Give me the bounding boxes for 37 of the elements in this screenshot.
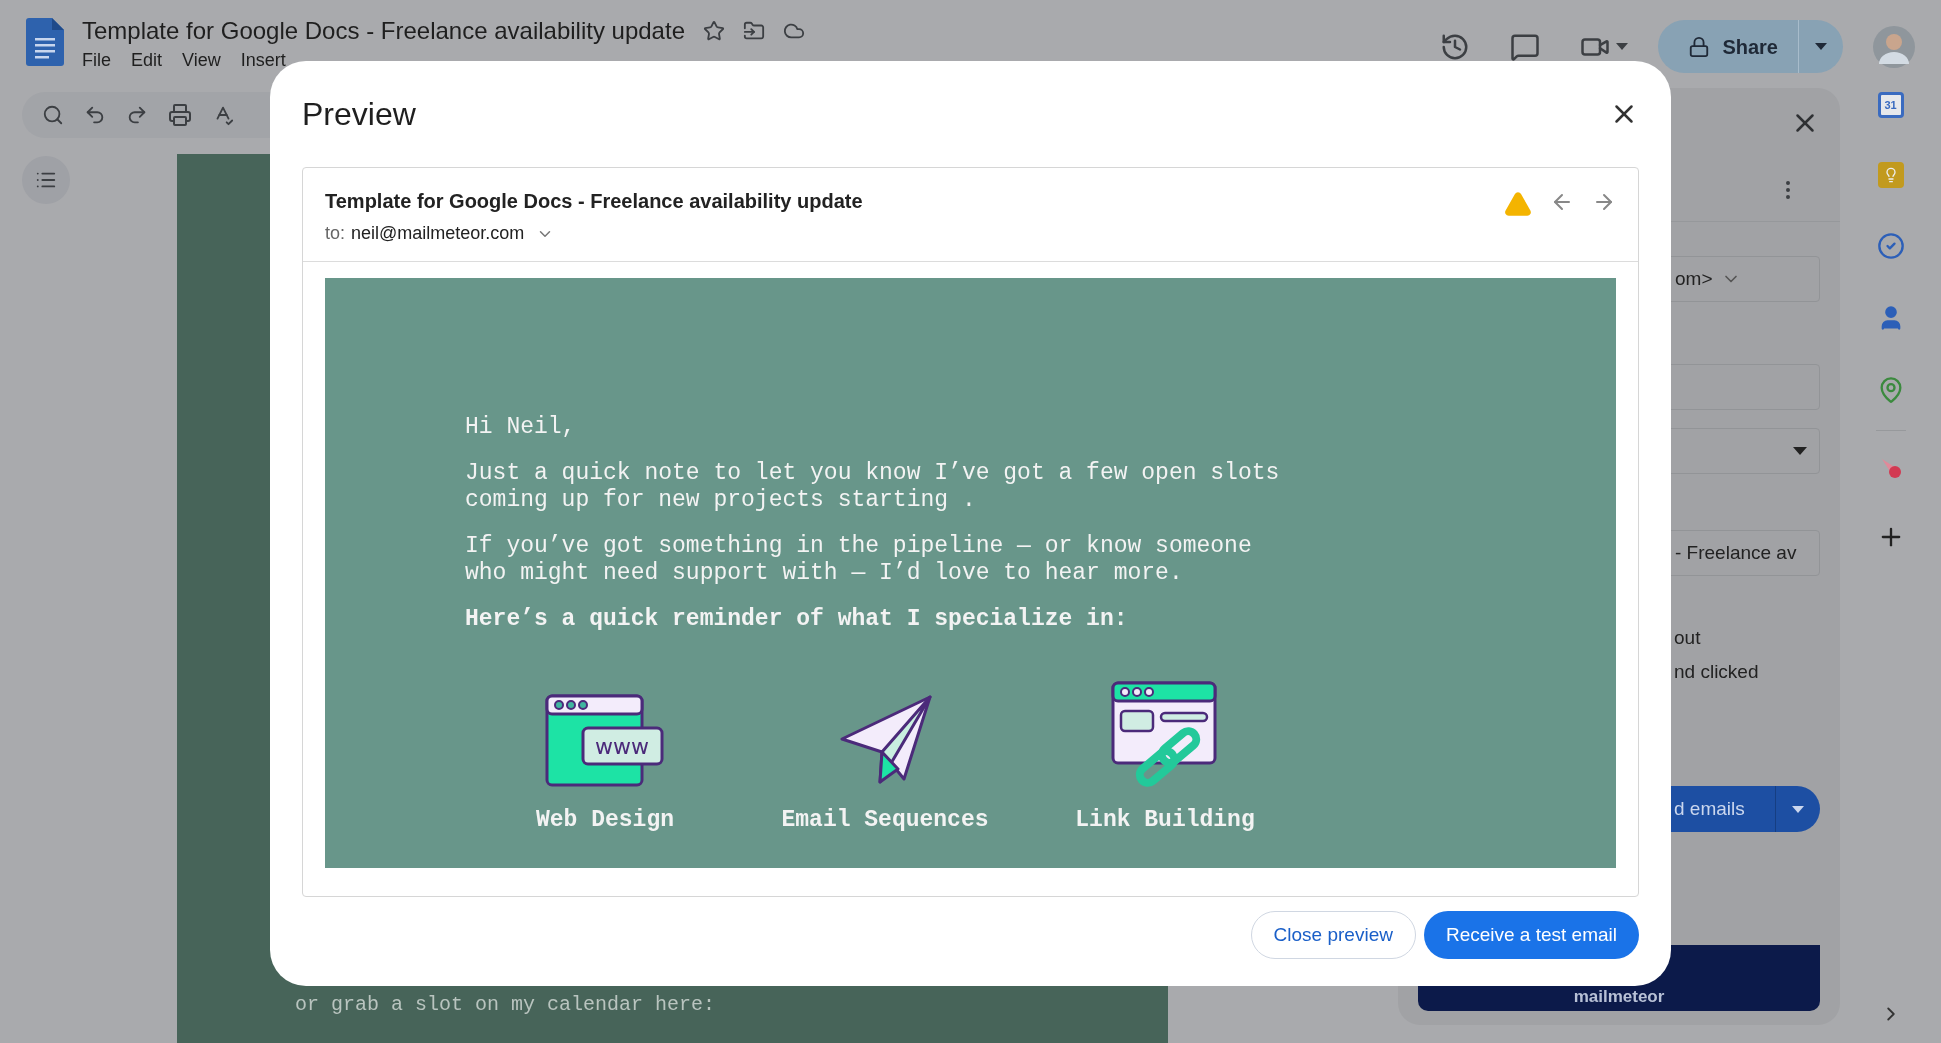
recipient-email: neil@mailmeteor.com [351, 222, 525, 245]
service-label: Web Design [536, 807, 674, 834]
greeting: Hi Neil, [465, 414, 577, 441]
redo-icon[interactable] [126, 104, 148, 126]
option-label: out [1674, 628, 1702, 648]
menu-item[interactable]: Edit [131, 48, 163, 72]
star-icon[interactable] [703, 20, 725, 42]
tasks-icon[interactable] [1876, 232, 1905, 260]
document-title[interactable]: Template for Google Docs - Freelance availability update [82, 16, 685, 46]
caret-icon[interactable] [1616, 43, 1629, 50]
menu-item[interactable]: File [82, 48, 111, 72]
undo-icon[interactable] [84, 104, 106, 126]
outline-button[interactable] [22, 156, 70, 204]
caret-icon [1815, 43, 1827, 50]
move-folder-icon[interactable] [743, 20, 765, 42]
email-heading: Here’s a quick reminder of what I specialize in: [465, 606, 1129, 633]
document-icon[interactable] [26, 18, 64, 66]
email-subject: Template for Google Docs - Freelance availability update [325, 189, 863, 214]
lock-icon [1688, 35, 1711, 58]
service-label: Email Sequences [781, 807, 989, 834]
service-label: Link Building [1075, 807, 1255, 834]
search-icon[interactable] [42, 104, 64, 126]
email-paragraph: If you’ve got something in the pipeline — or know someone who might need support with — I’d love to hear more. [465, 533, 1253, 587]
caret-icon [1793, 447, 1807, 455]
print-icon[interactable] [168, 103, 192, 127]
document-text: or grab a slot on my calendar here: [295, 993, 716, 1016]
dialog-title: Preview [302, 95, 416, 134]
warning-icon [1504, 190, 1532, 218]
menu-item[interactable]: View [182, 48, 221, 72]
caret-icon [1792, 805, 1804, 813]
test-email-button[interactable]: Receive a test email [1423, 911, 1639, 959]
close-preview-button[interactable]: Close preview [1250, 911, 1416, 959]
calendar-icon[interactable]: 31 [1877, 92, 1904, 118]
browser-link-icon [1111, 681, 1219, 789]
recipient-label: to: [325, 222, 345, 245]
email-paragraph: Just a quick note to let you know I’ve got a few open slots coming up for new projects starting . [465, 460, 1281, 514]
option-label: nd clicked [1674, 662, 1760, 682]
